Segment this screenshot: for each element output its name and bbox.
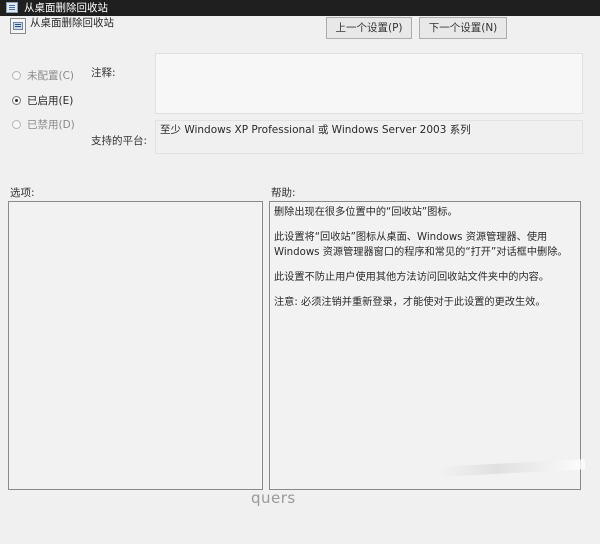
help-pane[interactable]: 删除出现在很多位置中的“回收站”图标。 此设置将“回收站”图标从桌面、Windo… bbox=[269, 201, 581, 490]
next-setting-button[interactable]: 下一个设置(N) bbox=[419, 17, 507, 39]
options-label: 选项: bbox=[10, 187, 35, 199]
platform-value: 至少 Windows XP Professional 或 Windows Ser… bbox=[160, 124, 471, 136]
radio-label: 未配置(C) bbox=[27, 70, 75, 82]
previous-setting-button[interactable]: 上一个设置(P) bbox=[326, 17, 412, 39]
radio-label: 已启用(E) bbox=[27, 95, 74, 107]
help-paragraph: 此设置不防止用户使用其他方法访问回收站文件夹中的内容。 bbox=[274, 272, 550, 283]
platform-field: 至少 Windows XP Professional 或 Windows Ser… bbox=[155, 120, 583, 154]
comment-label: 注释: bbox=[91, 67, 116, 79]
help-paragraph: 删除出现在很多位置中的“回收站”图标。 bbox=[274, 207, 458, 218]
policy-icon bbox=[6, 2, 18, 13]
radio-circle[interactable] bbox=[12, 120, 21, 129]
window-title: 从桌面删除回收站 bbox=[24, 2, 108, 14]
radio-label: 已禁用(D) bbox=[27, 119, 75, 131]
help-label: 帮助: bbox=[271, 187, 296, 199]
radio-circle[interactable] bbox=[12, 71, 21, 80]
setting-icon bbox=[10, 18, 26, 34]
comment-field[interactable] bbox=[155, 53, 583, 114]
watermark: quers bbox=[251, 489, 296, 507]
platform-label: 支持的平台: bbox=[91, 135, 148, 147]
options-pane[interactable] bbox=[8, 201, 263, 490]
setting-title: 从桌面删除回收站 bbox=[30, 17, 114, 29]
title-bar: 从桌面删除回收站 bbox=[0, 0, 600, 16]
radio-circle[interactable] bbox=[12, 96, 21, 105]
help-paragraph: 此设置将“回收站”图标从桌面、Windows 资源管理器、使用 Windows … bbox=[274, 232, 568, 258]
help-paragraph: 注意: 必须注销并重新登录，才能使对于此设置的更改生效。 bbox=[274, 297, 546, 308]
